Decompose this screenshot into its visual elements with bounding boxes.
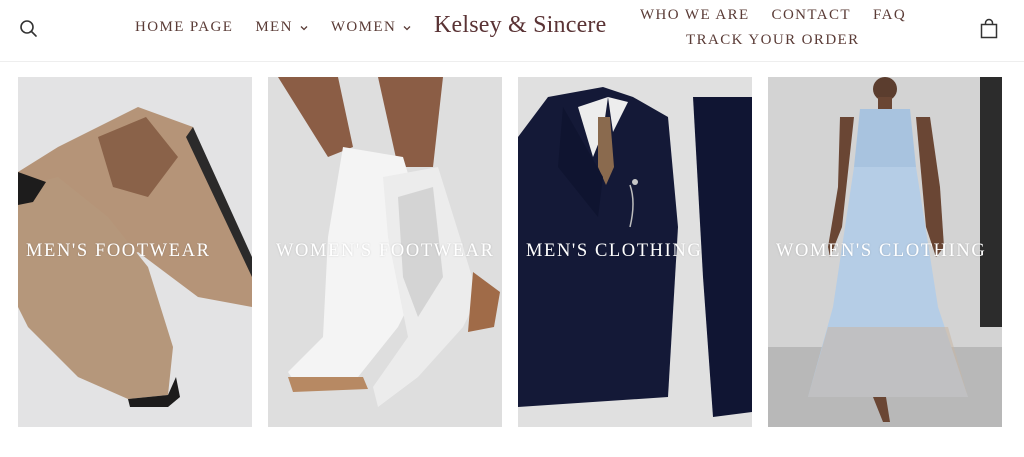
- nav-home-page-label: HOME PAGE: [135, 19, 234, 35]
- nav-home-page[interactable]: HOME PAGE: [135, 19, 233, 36]
- category-tile-womens-footwear[interactable]: WOMEN'S FOOTWEAR: [268, 77, 502, 427]
- primary-nav: HOME PAGE MEN WOMEN: [135, 19, 412, 36]
- tile-label: WOMEN'S FOOTWEAR: [276, 241, 495, 261]
- nav-women-label: WOMEN: [330, 19, 397, 35]
- nav-track-your-order[interactable]: TRACK YOUR ORDER: [686, 32, 860, 49]
- tile-label: WOMEN'S CLOTHING: [776, 241, 987, 261]
- category-tile-mens-footwear[interactable]: MEN'S FOOTWEAR: [18, 77, 252, 427]
- search-icon[interactable]: [18, 18, 40, 40]
- category-grid: MEN'S FOOTWEAR WOMEN'S FOOTWEAR MEN'S CL…: [18, 77, 1002, 427]
- category-tile-womens-clothing[interactable]: WOMEN'S CLOTHING: [768, 77, 1002, 427]
- nav-who-we-are[interactable]: WHO WE ARE: [640, 7, 750, 24]
- category-tile-mens-clothing[interactable]: MEN'S CLOTHING: [518, 77, 752, 427]
- nav-contact[interactable]: CONTACT: [772, 7, 851, 24]
- tile-label: MEN'S CLOTHING: [526, 241, 703, 261]
- secondary-nav: WHO WE ARE CONTACT FAQ: [640, 7, 906, 24]
- tile-label: MEN'S FOOTWEAR: [26, 241, 211, 261]
- nav-faq[interactable]: FAQ: [873, 7, 906, 24]
- site-logo[interactable]: Kelsey & Sincere: [434, 12, 606, 39]
- nav-men[interactable]: MEN: [255, 19, 309, 36]
- nav-women[interactable]: WOMEN: [331, 19, 412, 36]
- site-header: HOME PAGE MEN WOMEN Kelsey & Sincere WHO…: [0, 0, 1024, 62]
- shopping-bag-icon[interactable]: [979, 18, 999, 40]
- chevron-down-icon: [300, 25, 308, 30]
- nav-men-label: MEN: [255, 19, 293, 35]
- chevron-down-icon: [403, 25, 411, 30]
